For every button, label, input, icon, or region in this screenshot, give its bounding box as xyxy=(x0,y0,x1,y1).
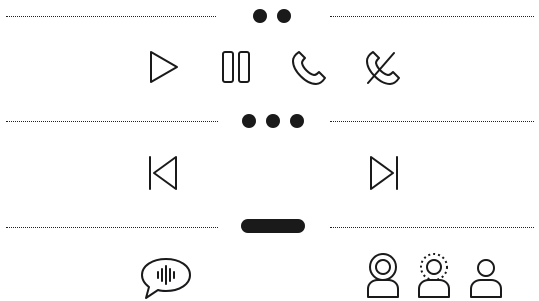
indicator-dot xyxy=(253,9,267,23)
divider-right xyxy=(330,121,534,122)
divider-left xyxy=(6,227,218,228)
divider-left xyxy=(6,121,218,122)
divider-left xyxy=(6,16,216,17)
previous-button[interactable] xyxy=(147,154,179,192)
next-button[interactable] xyxy=(368,154,400,192)
user-speaking-button[interactable] xyxy=(364,253,402,299)
user-button[interactable] xyxy=(468,257,504,299)
voice-chat-bubble-icon xyxy=(141,258,191,299)
divider-right xyxy=(330,16,534,17)
user-listening-icon xyxy=(418,253,450,298)
indicator-dot xyxy=(266,114,280,128)
call-button[interactable] xyxy=(290,49,328,87)
divider-right xyxy=(330,227,534,228)
phone-icon xyxy=(292,51,326,85)
skip-back-icon xyxy=(149,156,177,190)
indicator-dot xyxy=(290,114,304,128)
indicator-dot xyxy=(277,9,291,23)
play-icon xyxy=(150,51,178,83)
user-icon xyxy=(470,259,502,298)
skip-forward-icon xyxy=(370,156,398,190)
end-call-button[interactable] xyxy=(364,49,404,87)
pause-icon xyxy=(222,51,250,83)
pause-button[interactable] xyxy=(221,50,253,84)
phone-slash-icon xyxy=(366,51,400,85)
indicator-dot xyxy=(242,114,256,128)
user-speaking-icon xyxy=(367,253,399,298)
indicator-long-pill xyxy=(241,219,305,233)
user-listening-button[interactable] xyxy=(415,253,453,299)
play-button[interactable] xyxy=(148,50,180,84)
voice-message-button[interactable] xyxy=(140,257,192,301)
